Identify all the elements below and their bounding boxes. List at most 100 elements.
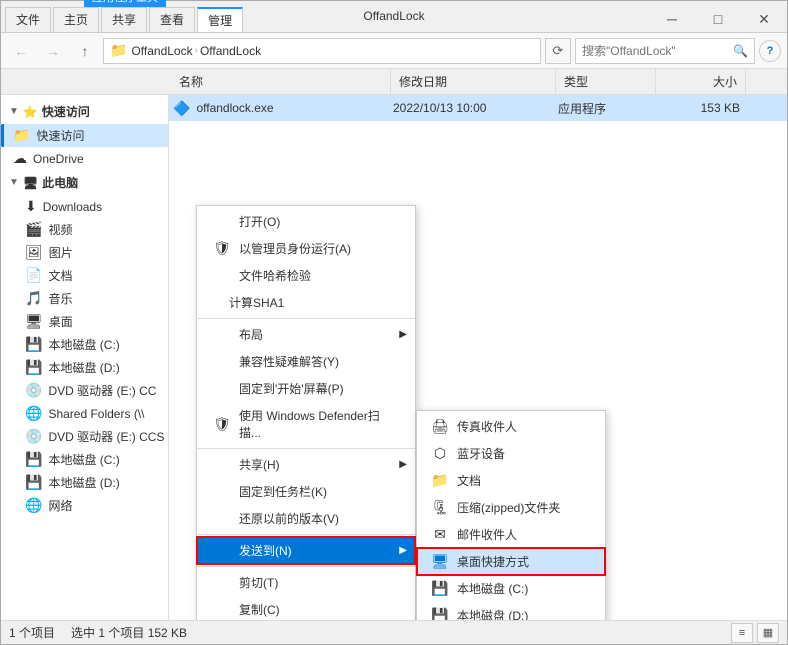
folder-icon: 📁 (110, 42, 127, 59)
close-button[interactable]: ✕ (741, 5, 787, 33)
file-date: 2022/10/13 10:00 (393, 101, 558, 115)
sendto-localC-icon: 💾 (431, 580, 449, 597)
search-icon: 🔍 (733, 44, 748, 58)
tab-apptools-label[interactable]: 应用程序工具 (84, 0, 166, 7)
col-header-date[interactable]: 修改日期 (391, 69, 556, 94)
mail-icon: ✉ (431, 526, 449, 543)
ctx-divider-4 (197, 566, 415, 567)
ctx-divider-1 (197, 318, 415, 319)
ctx-share[interactable]: 共享(H) ▶ (197, 451, 415, 478)
item-count: 1 个项目 (9, 624, 55, 641)
pictures-icon: 🖼 (25, 244, 43, 261)
sidebar-item-music[interactable]: 🎵 音乐 (1, 287, 168, 310)
sidebar: ▼ ⭐ 快速访问 📁 快速访问 ☁ OneDrive ▼ 🖥 此电脑 ⬇ Dow… (1, 95, 169, 620)
window-controls: ─ □ ✕ (649, 1, 787, 32)
quick-access-header[interactable]: ▼ ⭐ 快速访问 (1, 99, 168, 124)
addressbar: ← → ↑ 📁 OffandLock › OffandLock ⟳ 🔍 ? (1, 33, 787, 69)
localD2-label: 本地磁盘 (D:) (48, 474, 119, 491)
ctx-cut[interactable]: 剪切(T) (197, 569, 415, 596)
tab-home[interactable]: 主页 (53, 7, 99, 32)
ctx-runas-icon: 🛡 (213, 240, 231, 257)
minimize-button[interactable]: ─ (649, 5, 695, 33)
sidebar-item-videos[interactable]: 🎬 视频 (1, 218, 168, 241)
forward-button[interactable]: → (39, 38, 67, 64)
sendto-zip[interactable]: 🗜 压缩(zipped)文件夹 (417, 494, 605, 521)
maximize-button[interactable]: □ (695, 5, 741, 33)
ctx-layout-arrow: ▶ (399, 329, 407, 340)
desktop-shortcut-icon: 🖥 (431, 553, 449, 570)
ctx-layout[interactable]: 布局 ▶ (197, 321, 415, 348)
tab-share[interactable]: 共享 (101, 7, 147, 32)
sidebar-item-dvd[interactable]: 💿 DVD 驱动器 (E:) CC (1, 379, 168, 402)
file-type-icon: 🔷 (173, 100, 190, 117)
address-box[interactable]: 📁 OffandLock › OffandLock (103, 38, 541, 64)
col-header-type[interactable]: 类型 (556, 69, 656, 94)
column-headers: 名称 修改日期 类型 大小 (1, 69, 787, 95)
view-details-button[interactable]: ≡ (731, 623, 753, 643)
tab-view[interactable]: 查看 (149, 7, 195, 32)
ctx-open[interactable]: 打开(O) (197, 208, 415, 235)
sendto-fax[interactable]: 🖨 传真收件人 (417, 413, 605, 440)
sendto-bluetooth[interactable]: ⬡ 蓝牙设备 (417, 440, 605, 467)
thispc-header[interactable]: ▼ 🖥 此电脑 (1, 170, 168, 195)
window-title: OffandLock (363, 9, 424, 23)
sidebar-item-quick-access[interactable]: 📁 快速访问 (1, 124, 168, 147)
help-button[interactable]: ? (759, 40, 781, 62)
view-grid-button[interactable]: ▦ (757, 623, 779, 643)
ctx-divider-3 (197, 534, 415, 535)
videos-icon: 🎬 (25, 221, 42, 238)
ctx-compat[interactable]: 兼容性疑难解答(Y) (197, 348, 415, 375)
sendto-desktop[interactable]: 🖥 桌面快捷方式 (417, 548, 605, 575)
sendto-localC[interactable]: 💾 本地磁盘 (C:) (417, 575, 605, 602)
sidebar-item-dvd2[interactable]: 💿 DVD 驱动器 (E:) CCS (1, 425, 168, 448)
ctx-pintaskbar[interactable]: 固定到任务栏(K) (197, 478, 415, 505)
sidebar-item-localD[interactable]: 💾 本地磁盘 (D:) (1, 356, 168, 379)
ctx-divider-2 (197, 448, 415, 449)
search-input[interactable] (582, 44, 729, 58)
sidebar-item-localC2[interactable]: 💾 本地磁盘 (C:) (1, 448, 168, 471)
ctx-sha1[interactable]: 计算SHA1 (197, 289, 415, 316)
tab-file[interactable]: 文件 (5, 7, 51, 32)
ctx-sendto[interactable]: 发送到(N) ▶ (197, 537, 415, 564)
bluetooth-icon: ⬡ (431, 445, 449, 462)
main-area: ▼ ⭐ 快速访问 📁 快速访问 ☁ OneDrive ▼ 🖥 此电脑 ⬇ Dow… (1, 95, 787, 620)
ctx-hash[interactable]: 文件哈希检验 (197, 262, 415, 289)
dvd-icon: 💿 (25, 382, 42, 399)
localC-label: 本地磁盘 (C:) (48, 336, 119, 353)
ctx-copy[interactable]: 复制(C) (197, 596, 415, 620)
ctx-runas[interactable]: 🛡 以管理员身份运行(A) (197, 235, 415, 262)
pictures-label: 图片 (49, 244, 73, 261)
sendto-docs[interactable]: 📁 文档 (417, 467, 605, 494)
sidebar-item-localC[interactable]: 💾 本地磁盘 (C:) (1, 333, 168, 356)
statusbar: 1 个项目 选中 1 个项目 152 KB ≡ ▦ (1, 620, 787, 644)
sendto-localD[interactable]: 💾 本地磁盘 (D:) (417, 602, 605, 620)
selected-info: 选中 1 个项目 152 KB (71, 624, 187, 641)
sidebar-item-documents[interactable]: 📄 文档 (1, 264, 168, 287)
sidebar-item-network[interactable]: 🌐 网络 (1, 494, 168, 517)
back-button[interactable]: ← (7, 38, 35, 64)
table-row[interactable]: 🔷 offandlock.exe 2022/10/13 10:00 应用程序 1… (169, 95, 787, 121)
sidebar-item-downloads[interactable]: ⬇ Downloads (1, 195, 168, 218)
sidebar-item-pictures[interactable]: 🖼 图片 (1, 241, 168, 264)
music-label: 音乐 (48, 290, 72, 307)
col-header-size[interactable]: 大小 (656, 69, 746, 94)
crumb-1[interactable]: OffandLock (131, 44, 192, 58)
search-box[interactable]: 🔍 (575, 38, 755, 64)
desktop-icon: 🖥 (25, 313, 43, 330)
sidebar-item-localD2[interactable]: 💾 本地磁盘 (D:) (1, 471, 168, 494)
refresh-button[interactable]: ⟳ (545, 38, 571, 64)
window: 应用程序工具 文件 主页 共享 查看 管理 OffandLock ─ □ ✕ ←… (0, 0, 788, 645)
up-button[interactable]: ↑ (71, 38, 99, 64)
sidebar-item-desktop[interactable]: 🖥 桌面 (1, 310, 168, 333)
crumb-2[interactable]: OffandLock (200, 44, 261, 58)
ctx-pinstart[interactable]: 固定到'开始'屏幕(P) (197, 375, 415, 402)
sidebar-item-shared[interactable]: 🌐 Shared Folders (\\ (1, 402, 168, 425)
sendto-mail[interactable]: ✉ 邮件收件人 (417, 521, 605, 548)
fax-icon: 🖨 (431, 418, 449, 435)
ctx-defender[interactable]: 🛡 使用 Windows Defender扫描... (197, 402, 415, 446)
localD-icon: 💾 (25, 359, 42, 376)
col-header-name[interactable]: 名称 (171, 69, 391, 94)
ctx-restore[interactable]: 还原以前的版本(V) (197, 505, 415, 532)
sidebar-item-onedrive[interactable]: ☁ OneDrive (1, 147, 168, 170)
tab-manage[interactable]: 管理 (197, 7, 243, 32)
